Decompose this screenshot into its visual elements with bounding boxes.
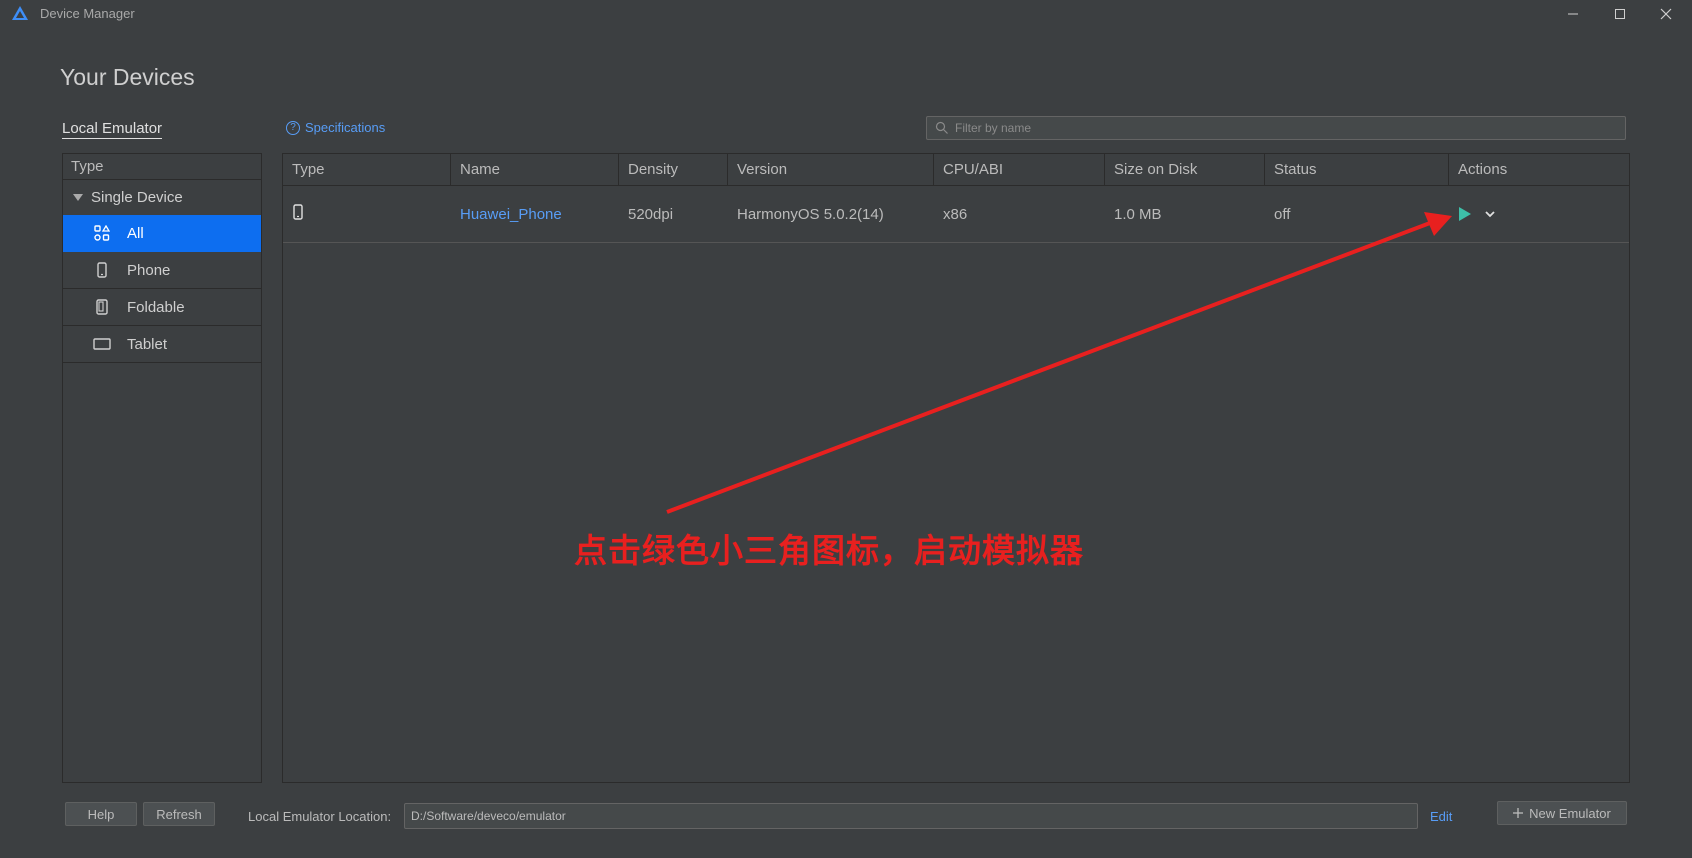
- sidebar-item-label: Foldable: [127, 298, 185, 316]
- foldable-icon: [93, 298, 111, 316]
- phone-icon: [93, 261, 111, 279]
- all-grid-icon: [93, 224, 111, 242]
- column-header-size[interactable]: Size on Disk: [1105, 154, 1265, 185]
- column-header-density[interactable]: Density: [619, 154, 728, 185]
- chevron-down-icon[interactable]: [1484, 209, 1496, 219]
- minimize-icon: [1568, 13, 1578, 15]
- new-emulator-button[interactable]: New Emulator: [1497, 801, 1627, 825]
- sidebar-item-label: All: [127, 224, 144, 242]
- device-version: HarmonyOS 5.0.2(14): [737, 205, 884, 223]
- page-title: Your Devices: [60, 64, 195, 90]
- device-cpu: x86: [943, 205, 968, 223]
- sidebar-header: Type: [63, 154, 261, 180]
- title-bar: Device Manager: [0, 0, 1692, 28]
- question-circle-icon: ?: [286, 120, 300, 135]
- new-emulator-label: New Emulator: [1529, 805, 1611, 821]
- tablet-icon: [93, 335, 111, 353]
- close-icon: [1660, 8, 1672, 20]
- phone-icon: [293, 204, 303, 220]
- column-header-actions: Actions: [1458, 161, 1508, 178]
- column-header-status[interactable]: Status: [1265, 154, 1449, 185]
- filter-input[interactable]: [955, 121, 1595, 135]
- location-label: Local Emulator Location:: [248, 809, 392, 824]
- table-header: Type Name Density Version CPU/ABI Size o…: [283, 154, 1629, 186]
- sidebar-item-all[interactable]: All: [63, 215, 261, 252]
- sidebar-item-foldable[interactable]: Foldable: [63, 289, 261, 326]
- close-button[interactable]: [1651, 2, 1681, 26]
- sidebar-group-label: Single Device: [91, 189, 183, 206]
- sidebar-item-label: Tablet: [127, 335, 168, 353]
- device-status: off: [1274, 205, 1291, 223]
- triangle-down-icon: [73, 193, 83, 201]
- device-actions: [1449, 206, 1629, 222]
- type-sidebar: Type Single Device All Phone Foldable Ta…: [62, 153, 262, 783]
- window-title: Device Manager: [40, 6, 135, 21]
- column-header-version[interactable]: Version: [728, 154, 934, 185]
- filter-box[interactable]: [926, 116, 1626, 140]
- column-header-cpu[interactable]: CPU/ABI: [934, 154, 1105, 185]
- devices-table: Type Name Density Version CPU/ABI Size o…: [282, 153, 1630, 783]
- specifications-link[interactable]: ? Specifications: [286, 120, 385, 135]
- sidebar-group-single-device[interactable]: Single Device: [63, 180, 261, 215]
- table-row[interactable]: Huawei_Phone 520dpi HarmonyOS 5.0.2(14) …: [283, 186, 1629, 243]
- sidebar-item-tablet[interactable]: Tablet: [63, 326, 261, 363]
- maximize-button[interactable]: [1605, 2, 1635, 26]
- sidebar-item-phone[interactable]: Phone: [63, 252, 261, 289]
- sidebar-item-label: Phone: [127, 261, 171, 279]
- refresh-button[interactable]: Refresh: [143, 802, 215, 826]
- edit-link[interactable]: Edit: [1430, 809, 1452, 824]
- minimize-button[interactable]: [1558, 2, 1588, 26]
- annotation-text: 点击绿色小三角图标，启动模拟器: [574, 531, 1084, 570]
- device-density: 520dpi: [628, 205, 674, 223]
- device-name[interactable]: Huawei_Phone: [451, 206, 619, 223]
- device-type-cell: [283, 204, 451, 224]
- device-size: 1.0 MB: [1114, 205, 1162, 223]
- search-icon: [935, 121, 948, 134]
- location-field[interactable]: D:/Software/deveco/emulator: [404, 803, 1418, 829]
- app-logo-icon: [12, 6, 28, 20]
- help-button[interactable]: Help: [65, 802, 137, 826]
- plus-icon: [1513, 808, 1524, 818]
- column-header-type[interactable]: Type: [283, 154, 451, 185]
- maximize-icon: [1615, 9, 1625, 19]
- tab-local-emulator[interactable]: Local Emulator: [62, 120, 163, 139]
- play-icon[interactable]: [1458, 206, 1472, 222]
- specifications-label: Specifications: [305, 120, 386, 135]
- column-header-name[interactable]: Name: [451, 154, 619, 185]
